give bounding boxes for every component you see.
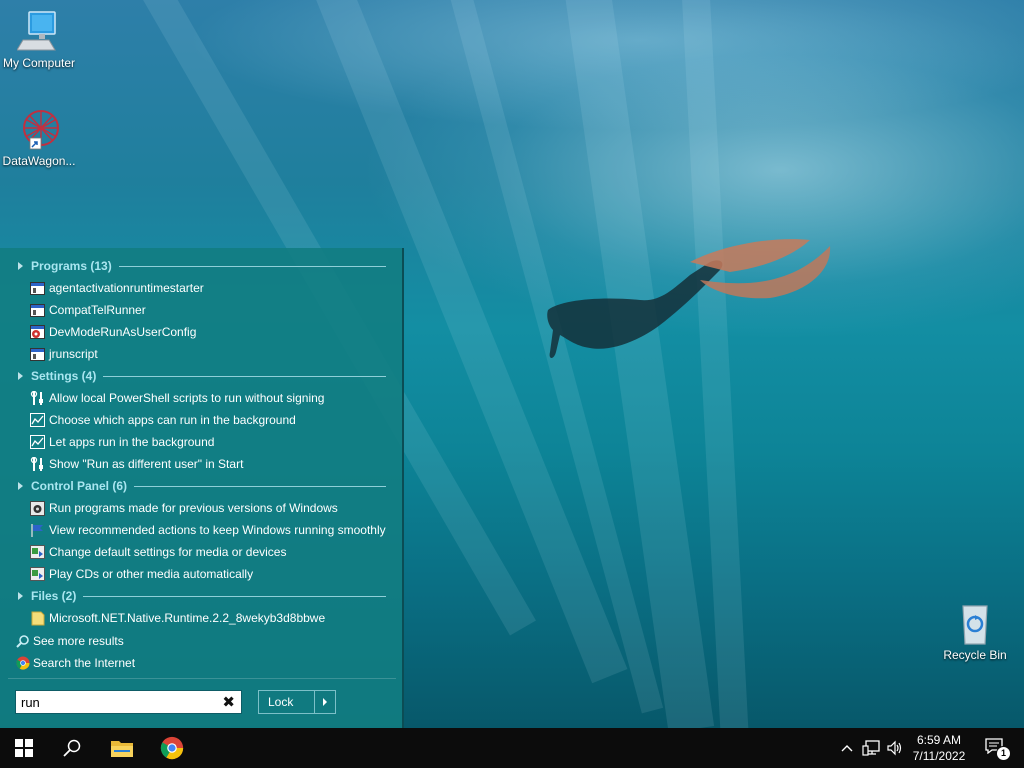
system-clock[interactable]: 6:59 AM 7/11/2022 bbox=[906, 732, 972, 764]
tools-icon bbox=[30, 456, 45, 472]
result-item-label: Allow local PowerShell scripts to run wi… bbox=[49, 391, 325, 405]
result-item-label: Choose which apps can run in the backgro… bbox=[49, 413, 296, 427]
see-more-results-link[interactable]: See more results bbox=[15, 631, 124, 651]
chrome-icon bbox=[15, 656, 30, 671]
search-internet-label: Search the Internet bbox=[33, 656, 136, 670]
search-box[interactable]: ✖ bbox=[15, 690, 242, 714]
volume-icon bbox=[887, 740, 902, 756]
group-header-programs[interactable]: Programs (13) bbox=[18, 257, 386, 275]
result-item[interactable]: Show "Run as different user" in Start bbox=[30, 454, 243, 474]
expand-arrow-icon bbox=[18, 482, 23, 490]
result-item-label: agentactivationruntimestarter bbox=[49, 281, 204, 295]
clock-time: 6:59 AM bbox=[916, 733, 962, 747]
start-search-panel: Programs (13) agentactivationruntimestar… bbox=[0, 248, 404, 728]
expand-arrow-icon bbox=[18, 372, 23, 380]
group-header-label: Programs (13) bbox=[31, 259, 112, 273]
divider bbox=[83, 595, 386, 597]
result-item-label: Run programs made for previous versions … bbox=[49, 501, 338, 515]
group-header-settings[interactable]: Settings (4) bbox=[18, 367, 386, 385]
divider bbox=[118, 265, 386, 267]
desktop-icon-datawagon[interactable]: DataWagon... bbox=[0, 108, 78, 168]
autoplay-icon bbox=[30, 567, 45, 582]
taskbar-search-button[interactable] bbox=[48, 728, 96, 768]
search-internet-link[interactable]: Search the Internet bbox=[15, 653, 135, 673]
desktop-icon-recycle-bin[interactable]: Recycle Bin bbox=[936, 602, 1014, 662]
result-item[interactable]: agentactivationruntimestarter bbox=[30, 278, 204, 298]
chevron-right-icon bbox=[323, 698, 327, 706]
file-explorer-icon bbox=[111, 741, 133, 757]
file-explorer-button[interactable] bbox=[98, 728, 146, 768]
chevron-up-icon bbox=[841, 745, 853, 752]
chrome-icon bbox=[160, 736, 184, 760]
desktop-icon-my-computer[interactable]: My Computer bbox=[0, 10, 78, 70]
result-item-label: Change default settings for media or dev… bbox=[49, 545, 287, 559]
recycle-bin-icon bbox=[953, 602, 997, 646]
datawagon-shortcut-icon bbox=[17, 108, 61, 152]
result-item[interactable]: CompatTelRunner bbox=[30, 300, 146, 320]
app-window-icon bbox=[30, 281, 45, 296]
result-item-label: jrunscript bbox=[49, 347, 98, 361]
panel-divider bbox=[8, 678, 396, 679]
volume-button[interactable] bbox=[884, 728, 906, 768]
result-item-label: Let apps run in the background bbox=[49, 435, 215, 449]
autoplay-icon bbox=[30, 545, 45, 560]
group-header-label: Settings (4) bbox=[31, 369, 97, 383]
result-item[interactable]: View recommended actions to keep Windows… bbox=[30, 520, 386, 540]
result-item[interactable]: Run programs made for previous versions … bbox=[30, 498, 338, 518]
network-button[interactable] bbox=[860, 728, 882, 768]
desktop-icon-label: DataWagon... bbox=[2, 154, 76, 168]
lock-button[interactable]: Lock bbox=[259, 691, 314, 713]
tools-icon bbox=[30, 390, 45, 406]
result-item[interactable]: Choose which apps can run in the backgro… bbox=[30, 410, 296, 430]
search-icon bbox=[63, 739, 81, 757]
notification-count-badge: 1 bbox=[996, 746, 1011, 761]
result-item-label: Show "Run as different user" in Start bbox=[49, 457, 244, 471]
desktop-icon-label: Recycle Bin bbox=[943, 648, 1007, 662]
chart-icon bbox=[30, 435, 45, 450]
expand-arrow-icon bbox=[18, 592, 23, 600]
compatibility-icon bbox=[30, 500, 45, 516]
expand-arrow-icon bbox=[18, 262, 23, 270]
result-item[interactable]: Change default settings for media or dev… bbox=[30, 542, 286, 562]
power-options-arrow-button[interactable] bbox=[314, 691, 335, 713]
app-window-icon bbox=[30, 347, 45, 362]
folder-icon bbox=[30, 611, 45, 626]
lock-button-group: Lock bbox=[258, 690, 336, 714]
group-header-control-panel[interactable]: Control Panel (6) bbox=[18, 477, 386, 495]
result-item-label: Microsoft.NET.Native.Runtime.2.2_8wekyb3… bbox=[49, 611, 326, 625]
search-input[interactable] bbox=[21, 694, 217, 710]
windows-logo-icon bbox=[15, 739, 33, 757]
taskbar: 6:59 AM 7/11/2022 1 bbox=[0, 728, 1024, 768]
result-item-label: View recommended actions to keep Windows… bbox=[49, 523, 386, 537]
action-center-button[interactable]: 1 bbox=[978, 728, 1014, 768]
computer-icon bbox=[16, 10, 61, 54]
group-header-label: Files (2) bbox=[31, 589, 77, 603]
divider bbox=[103, 375, 386, 377]
see-more-results-label: See more results bbox=[33, 634, 124, 648]
show-hidden-icons-button[interactable] bbox=[838, 728, 856, 768]
flag-icon bbox=[30, 523, 45, 538]
chrome-taskbar-button[interactable] bbox=[148, 728, 196, 768]
result-item[interactable]: Microsoft.NET.Native.Runtime.2.2_8wekyb3… bbox=[30, 608, 325, 628]
result-item[interactable]: Play CDs or other media automatically bbox=[30, 564, 253, 584]
result-item-label: CompatTelRunner bbox=[49, 303, 146, 317]
result-item-label: Play CDs or other media automatically bbox=[49, 567, 254, 581]
group-header-label: Control Panel (6) bbox=[31, 479, 128, 493]
clock-date: 7/11/2022 bbox=[912, 749, 966, 763]
result-item[interactable]: DevModeRunAsUserConfig bbox=[30, 322, 196, 342]
group-header-files[interactable]: Files (2) bbox=[18, 587, 386, 605]
result-item[interactable]: jrunscript bbox=[30, 344, 98, 364]
chart-icon bbox=[30, 413, 45, 428]
app-window-icon bbox=[30, 303, 45, 318]
clear-search-icon[interactable]: ✖ bbox=[222, 693, 235, 711]
result-item-label: DevModeRunAsUserConfig bbox=[49, 325, 197, 339]
network-icon bbox=[862, 740, 880, 756]
desktop-icon-label: My Computer bbox=[2, 56, 76, 70]
devmode-icon bbox=[30, 325, 45, 340]
result-item[interactable]: Allow local PowerShell scripts to run wi… bbox=[30, 388, 324, 408]
search-icon bbox=[15, 634, 30, 649]
start-button[interactable] bbox=[0, 728, 48, 768]
divider bbox=[134, 485, 386, 487]
result-item[interactable]: Let apps run in the background bbox=[30, 432, 214, 452]
